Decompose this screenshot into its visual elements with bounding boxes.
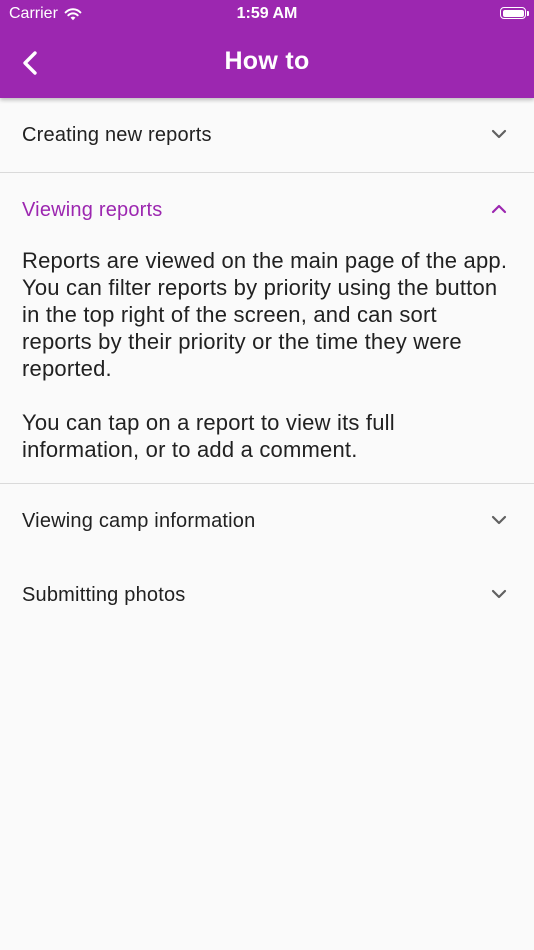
panel-header-creating-new-reports[interactable]: Creating new reports [0, 98, 534, 172]
panel-header-submitting-photos[interactable]: Submitting photos [0, 558, 534, 632]
expansion-panel-list: Creating new reports Viewing reports Rep… [0, 98, 534, 632]
chevron-down-icon [491, 589, 507, 599]
chevron-down-icon [491, 129, 507, 139]
status-bar: Carrier 1:59 AM [0, 0, 534, 28]
chevron-down-icon [491, 515, 507, 525]
panel-submitting-photos: Submitting photos [0, 558, 534, 632]
page-title: How to [224, 47, 310, 75]
panel-title: Creating new reports [22, 123, 212, 146]
panel-body-paragraph: Reports are viewed on the main page of t… [22, 248, 508, 381]
battery-tip [527, 10, 529, 16]
panel-viewing-reports: Viewing reports Reports are viewed on th… [0, 173, 534, 484]
panel-header-viewing-camp-information[interactable]: Viewing camp information [0, 484, 534, 558]
toolbar: How to [0, 28, 534, 98]
status-time: 1:59 AM [236, 5, 298, 22]
panel-body-viewing-reports: Reports are viewed on the main page of t… [0, 247, 534, 483]
app-bar: Carrier 1:59 AM How to [0, 0, 534, 98]
panel-creating-new-reports: Creating new reports [0, 98, 534, 173]
panel-title: Viewing reports [22, 198, 163, 221]
chevron-up-icon [491, 204, 507, 214]
battery-icon [500, 7, 529, 19]
battery-level-fill [502, 9, 524, 17]
panel-header-viewing-reports[interactable]: Viewing reports [0, 173, 534, 247]
panel-title: Submitting photos [22, 583, 186, 606]
panel-title: Viewing camp information [22, 509, 256, 532]
panel-viewing-camp-information: Viewing camp information [0, 484, 534, 558]
panel-body-paragraph: You can tap on a report to view its full… [22, 410, 395, 462]
